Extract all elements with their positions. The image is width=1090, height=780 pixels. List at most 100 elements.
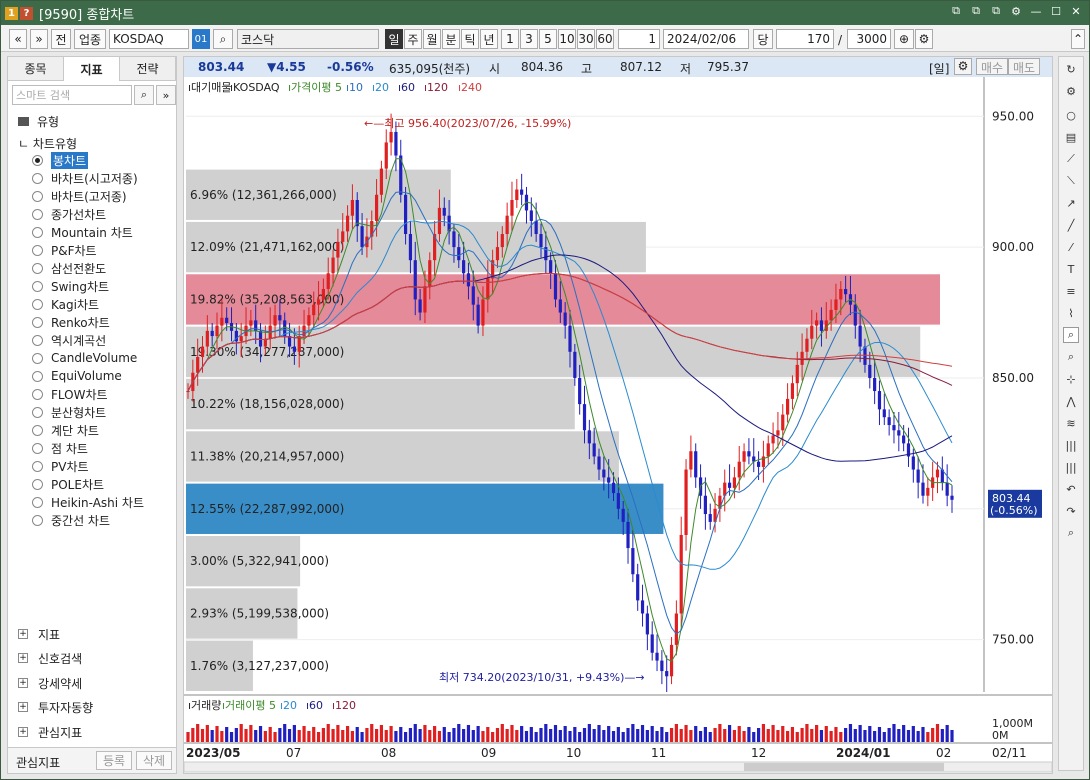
tab-strategy[interactable]: 전략: [120, 57, 176, 81]
buy-button[interactable]: 매수: [976, 58, 1008, 75]
radio-icon[interactable]: [32, 514, 43, 526]
radio-icon[interactable]: [32, 424, 43, 436]
count-input[interactable]: 170: [776, 29, 834, 49]
search-icon[interactable]: ⌕: [213, 29, 233, 49]
section-signal-search[interactable]: + 신호검색: [18, 649, 82, 667]
chart-type-option[interactable]: 중간선 차트: [32, 512, 110, 528]
close-button[interactable]: ✕: [1069, 4, 1083, 18]
chart-type-option[interactable]: PV차트: [32, 458, 89, 474]
section-investor-trend[interactable]: + 투자자동향: [18, 698, 93, 716]
radio-icon[interactable]: [32, 370, 43, 382]
draw-line-icon[interactable]: ⟍: [1063, 173, 1079, 189]
expand-icon[interactable]: »: [156, 85, 176, 105]
bars-icon[interactable]: |||: [1063, 437, 1079, 453]
chart-type-option[interactable]: 삼선전환도: [32, 260, 106, 276]
chart-type-option[interactable]: 바차트(고저종): [32, 188, 127, 204]
chart-type-option[interactable]: 바차트(시고저종): [32, 170, 138, 186]
chart-type-option[interactable]: Mountain 차트: [32, 224, 133, 240]
section-favorite-indicator[interactable]: + 관심지표: [18, 723, 82, 741]
radio-icon[interactable]: [32, 190, 43, 202]
undo-icon[interactable]: ↶: [1063, 481, 1079, 497]
chart-type-option[interactable]: Swing차트: [32, 278, 109, 294]
ray-line-icon[interactable]: ↗: [1063, 195, 1079, 211]
auto-line-icon[interactable]: ⁄: [1063, 239, 1079, 255]
period-month-button[interactable]: 월: [423, 29, 441, 49]
radio-icon[interactable]: [32, 406, 43, 418]
radio-icon[interactable]: [32, 208, 43, 220]
chart-type-option[interactable]: CandleVolume: [32, 350, 137, 366]
radio-icon[interactable]: [32, 298, 43, 310]
chart-type-option[interactable]: 종가선차트: [32, 206, 106, 222]
period-year-button[interactable]: 년: [480, 29, 498, 49]
tab-indicator[interactable]: 지표: [64, 57, 120, 81]
radio-icon[interactable]: [32, 388, 43, 400]
chart-type-option[interactable]: FLOW차트: [32, 386, 108, 402]
chart-type-option[interactable]: Renko차트: [32, 314, 110, 330]
radio-icon[interactable]: [32, 280, 43, 292]
interval-input[interactable]: 1: [618, 29, 660, 49]
collapse-icon[interactable]: ⌃: [1071, 29, 1085, 49]
radio-icon[interactable]: [32, 478, 43, 490]
max-count-input[interactable]: 3000: [847, 29, 891, 49]
chart-type-option[interactable]: Heikin-Ashi 차트: [32, 494, 144, 510]
radio-icon[interactable]: [32, 154, 43, 166]
refresh-icon[interactable]: ↻: [1063, 61, 1079, 77]
radio-icon[interactable]: [32, 496, 43, 508]
chart-area[interactable]: 803.44 ▼4.55 -0.56% 635,095(천주) 시 804.36…: [183, 56, 1053, 774]
zoom-out-icon[interactable]: ⌕: [1063, 349, 1079, 365]
redo-icon[interactable]: ↷: [1063, 503, 1079, 519]
period-day-button[interactable]: 일: [385, 29, 403, 49]
zoom-in-icon[interactable]: ⌕: [1063, 327, 1079, 343]
crosshair-icon[interactable]: ⊹: [1063, 371, 1079, 387]
chart-type-option[interactable]: P&F차트: [32, 242, 97, 258]
section-indicator[interactable]: + 지표: [18, 625, 60, 643]
trend-line-icon[interactable]: ⟋: [1063, 151, 1079, 167]
chart-type-option[interactable]: 분산형차트: [32, 404, 106, 420]
chart-settings-icon[interactable]: ⚙: [954, 58, 972, 75]
chart-type-icon[interactable]: ▤: [1063, 129, 1079, 145]
period-minute-button[interactable]: 분: [442, 29, 460, 49]
radio-icon[interactable]: [32, 334, 43, 346]
register-button[interactable]: 등록: [96, 751, 132, 770]
magnifier-icon[interactable]: ⌕: [1063, 525, 1079, 541]
settings-icon[interactable]: ⚙: [1009, 4, 1023, 18]
interval-3-button[interactable]: 3: [520, 29, 538, 49]
zoom-icon[interactable]: ⊕: [894, 29, 914, 49]
minimize-button[interactable]: —: [1029, 4, 1043, 18]
radio-icon[interactable]: [32, 316, 43, 328]
search-icon[interactable]: ⌕: [134, 85, 154, 105]
radio-icon[interactable]: [32, 352, 43, 364]
interval-1-button[interactable]: 1: [501, 29, 519, 49]
today-button[interactable]: 당: [753, 29, 773, 49]
prev-item-button[interactable]: 전: [51, 29, 71, 49]
radio-icon[interactable]: [32, 262, 43, 274]
date-input[interactable]: 2024/02/06: [663, 29, 749, 49]
circle-icon[interactable]: ○: [1063, 107, 1079, 123]
interval-10-button[interactable]: 10: [558, 29, 576, 49]
radio-icon[interactable]: [32, 442, 43, 454]
code-badge[interactable]: 01: [192, 29, 210, 49]
section-strength[interactable]: + 강세약세: [18, 674, 82, 692]
interval-5-button[interactable]: 5: [539, 29, 557, 49]
cycle-icon[interactable]: ⌇: [1063, 305, 1079, 321]
nav-prev-button[interactable]: «: [9, 29, 27, 49]
radio-icon[interactable]: [32, 226, 43, 238]
save-icon[interactable]: ⧉: [989, 4, 1003, 18]
radio-icon[interactable]: [32, 172, 43, 184]
radio-icon[interactable]: [32, 244, 43, 256]
chart-type-option[interactable]: 점 차트: [32, 440, 88, 456]
chart-type-option[interactable]: Kagi차트: [32, 296, 99, 312]
chart-type-option[interactable]: 봉차트: [32, 151, 89, 169]
tree-root-chart-type[interactable]: ㄴ 차트유형: [18, 135, 77, 152]
text-tool-icon[interactable]: T: [1063, 261, 1079, 277]
delete-button[interactable]: 삭제: [136, 751, 172, 770]
radio-icon[interactable]: [32, 460, 43, 472]
fibonacci-icon[interactable]: ≡: [1063, 283, 1079, 299]
bars2-icon[interactable]: |||: [1063, 459, 1079, 475]
sector-button[interactable]: 업종: [74, 29, 106, 49]
code-input[interactable]: KOSDAQ: [109, 29, 189, 49]
smart-search-input[interactable]: 스마트 검색: [12, 85, 132, 105]
chart-type-option[interactable]: POLE차트: [32, 476, 104, 492]
period-week-button[interactable]: 주: [404, 29, 422, 49]
channel-icon[interactable]: ≋: [1063, 415, 1079, 431]
